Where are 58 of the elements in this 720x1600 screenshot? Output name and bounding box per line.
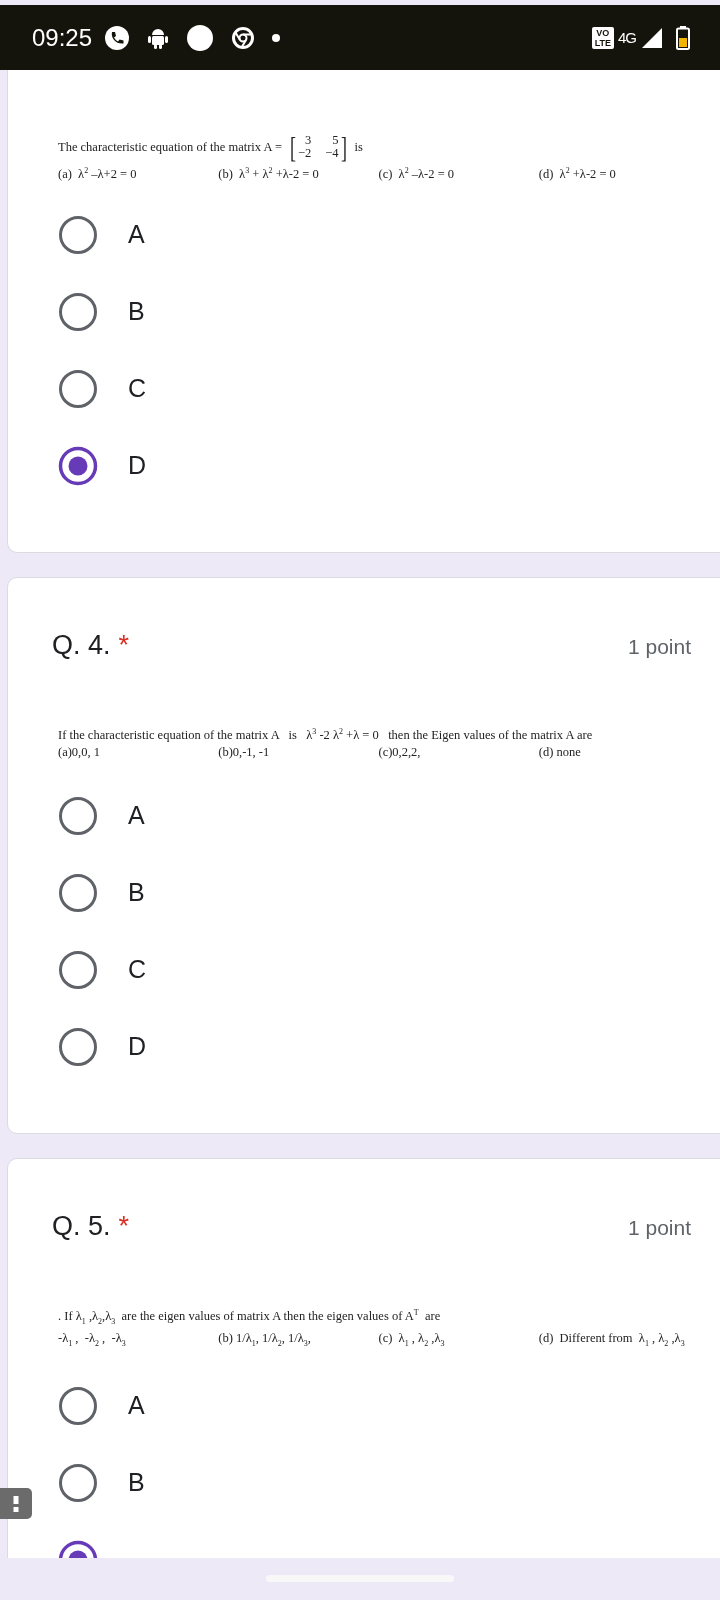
option-label[interactable]: B [128,878,145,908]
matrix-bracket: ] [340,132,347,162]
matrix-entry: −2 [298,147,312,160]
choice-text: (d) none [538,745,581,760]
volte-icon: VO LTE [591,26,614,49]
circle-icon [186,23,215,52]
option-label[interactable]: B [128,297,145,327]
dot-icon [272,33,281,42]
choice-text: (b)0,-1, -1 [218,745,270,760]
choice-text: -λ$_{1}$ , -λ$_{2}$ , -λ$_{3}$ [58,1330,126,1345]
radio-button[interactable] [58,1385,98,1426]
question-text: . If λ$_{1}$ ,λ$_{2}$,λ$_{3}$ are the eigen values of matrix A then the eigen values of A$^{T}$ are [58,1307,441,1328]
question-number: Q. 5. [52,1211,111,1243]
choice-text: (d) Different from λ$_{1}$ , λ$_{2}$ ,λ$_{3}$ [538,1330,685,1345]
choice-text: (c) λ$_{1}$ , λ$_{2}$ ,λ$_{3}$ [378,1330,445,1345]
matrix-entry: 3 [304,134,312,147]
option-label[interactable]: A [128,801,145,831]
required-asterisk: * [118,1211,130,1243]
radio-button[interactable] [58,795,98,836]
option-label[interactable]: A [128,1391,145,1421]
radio-button[interactable] [58,872,98,913]
option-label[interactable]: D [128,1032,147,1062]
radio-button[interactable] [58,214,98,255]
question-text: The characteristic equation of the matrix A = [58,138,282,156]
phone-icon [104,24,131,51]
option-label[interactable]: B [128,1468,145,1498]
radio-button[interactable] [58,291,98,332]
signal-icon [642,27,662,48]
option-label[interactable]: C [128,374,147,404]
matrix-bracket: [ [290,132,296,162]
question-text: is [354,138,363,156]
network-type: 4G [618,29,636,46]
radio-button[interactable] [58,445,98,486]
radio-button[interactable] [58,368,98,409]
choice-text: (a) λ$^{2}$ –λ+2 = 0 [58,167,137,182]
question-text: If the characteristic equation of the matrix A is λ$^{3}$ -2 λ$^{2}$ +λ = 0 then the Eigen values of the matrix A are [58,726,593,745]
choice-text: (b) λ$^{3}$ + λ$^{2}$ +λ-2 = 0 [218,167,319,182]
radio-button[interactable] [58,1026,98,1067]
required-asterisk: * [118,630,130,662]
option-label[interactable]: A [128,220,145,250]
alert-icon[interactable] [0,1488,32,1519]
choice-text: (b) 1/λ$_{1}$, 1/λ$_{2}$, 1/λ$_{3}$, [218,1330,311,1345]
choice-text: (a)0,0, 1 [58,745,100,760]
matrix-entry: 5 [331,134,339,147]
points-label: 1 point [627,635,691,660]
question-number: Q. 4. [52,630,111,662]
choice-text: (d) λ$^{2}$ +λ-2 = 0 [538,167,616,182]
matrix-entry: −4 [325,147,339,160]
points-label: 1 point [627,1216,691,1241]
option-label[interactable]: D [128,451,147,481]
chrome-icon [232,26,255,49]
option-label[interactable]: C [128,955,147,985]
radio-button[interactable] [58,949,98,990]
battery-icon [676,25,690,50]
radio-button[interactable] [58,1462,98,1503]
clock: 09:25 [32,23,93,52]
choice-text: (c) λ$^{2}$ –λ-2 = 0 [378,167,455,182]
choice-text: (c)0,2,2, [378,745,421,760]
